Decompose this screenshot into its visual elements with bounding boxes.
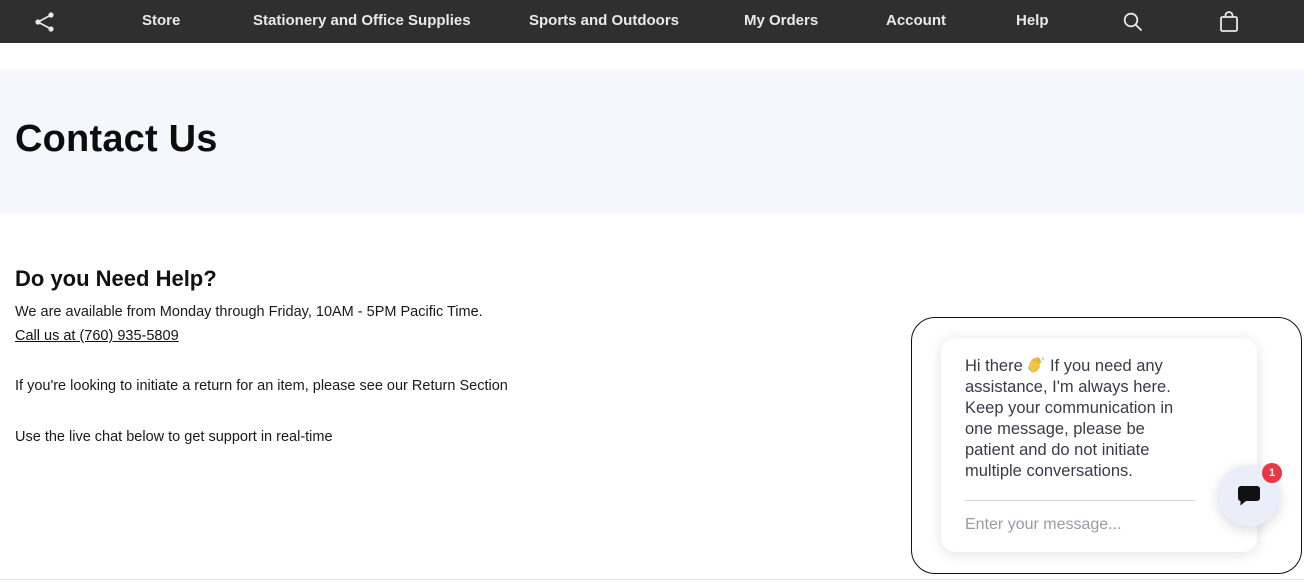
chat-bubble-icon xyxy=(1237,486,1260,506)
chat-popup: Hi there If you need any assistance, I'm… xyxy=(941,338,1257,552)
top-navigation: Store Stationery and Office Supplies Spo… xyxy=(0,0,1304,43)
nav-my-orders[interactable]: My Orders xyxy=(744,0,818,43)
nav-sports-outdoors[interactable]: Sports and Outdoors xyxy=(529,0,679,43)
live-chat-info-text: Use the live chat below to get support i… xyxy=(15,429,333,445)
call-phone-link[interactable]: Call us at (760) 935-5809 xyxy=(15,328,179,344)
waving-hand-icon xyxy=(1027,356,1045,374)
nav-stationery-office-supplies[interactable]: Stationery and Office Supplies xyxy=(253,0,471,43)
share-icon[interactable] xyxy=(34,11,56,33)
chat-message-input[interactable] xyxy=(965,513,1205,537)
page-divider xyxy=(0,579,1304,580)
unread-count-badge: 1 xyxy=(1262,463,1282,483)
shopping-bag-icon[interactable] xyxy=(1218,11,1240,33)
chat-divider xyxy=(965,500,1195,501)
chat-message-body: If you need any assistance, I'm always h… xyxy=(965,357,1174,480)
page-hero: Contact Us xyxy=(0,70,1304,213)
nav-help[interactable]: Help xyxy=(1016,0,1049,43)
chat-welcome-message: Hi there If you need any assistance, I'm… xyxy=(965,356,1195,482)
chat-greeting: Hi there xyxy=(965,357,1023,375)
availability-text: We are available from Monday through Fri… xyxy=(15,304,483,320)
return-info-text: If you're looking to initiate a return f… xyxy=(15,378,508,394)
search-icon[interactable] xyxy=(1122,11,1144,33)
help-heading: Do you Need Help? xyxy=(15,266,217,291)
help-section: Do you Need Help? We are available from … xyxy=(15,266,815,447)
page-title: Contact Us xyxy=(15,118,218,160)
nav-store[interactable]: Store xyxy=(142,0,180,43)
nav-account[interactable]: Account xyxy=(886,0,946,43)
